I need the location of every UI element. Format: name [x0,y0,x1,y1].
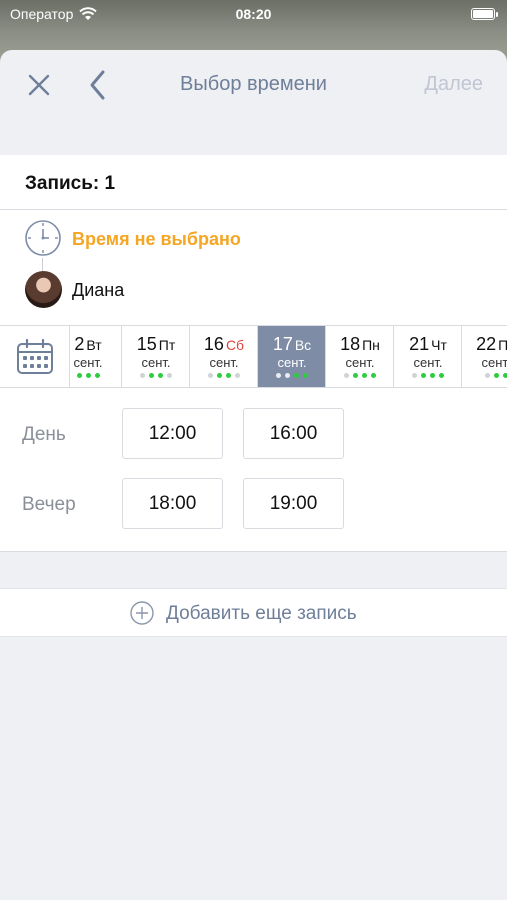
day-month: сент. [209,355,239,370]
booking-sheet: Выбор времени Далее Запись: 1 Время не в… [0,50,507,900]
day-weekday: Пт [158,337,176,353]
available-dot [226,373,231,378]
slot-day-1[interactable]: 12:00 [122,408,223,459]
available-dot [493,373,499,378]
record-title: Запись: 1 [0,155,507,210]
available-dot [294,373,299,378]
time-status: Время не выбрано [72,229,241,249]
unavailable-dot [285,373,290,378]
day-cell[interactable]: 21 Чт сент. [394,326,462,387]
available-dot [149,373,154,378]
day-month: сент. [481,355,507,370]
available-dot [430,373,435,378]
available-dot [353,373,358,378]
day-number: 15 [136,334,157,354]
day-weekday: Пн [362,337,380,353]
day-date: 22Пн [462,334,507,355]
day-date: 16 Сб [190,334,258,355]
unavailable-dot [276,373,281,378]
add-record-label: Добавить еще запись [166,603,357,624]
day-month: сент. [141,355,171,370]
available-dot [76,373,82,378]
available-dot [439,373,444,378]
day-period-label: День [22,424,66,445]
master-avatar [25,271,62,308]
available-dot [303,373,308,378]
day-month: сент. [413,355,443,370]
unavailable-dot [344,373,349,378]
day-date: 15 Пт [122,334,190,355]
add-record-button[interactable]: Добавить еще запись [0,588,507,637]
day-weekday: Сб [225,337,245,353]
day-date: 18 Пн [326,334,394,355]
available-dot [371,373,376,378]
connector-line [42,258,43,272]
plus-circle-icon [130,601,154,625]
day-month: сент. [345,355,375,370]
day-weekday: Вт [86,337,102,353]
record-info: Время не выбрано Диана [0,210,507,325]
slot-evening-2[interactable]: 19:00 [243,478,344,529]
day-cell[interactable]: 18 Пн сент. [326,326,394,387]
nav-bar: Выбор времени Далее [0,50,507,155]
unavailable-dot [208,373,213,378]
day-cell[interactable]: 17 Вс сент. [258,326,326,387]
day-weekday: Вс [294,337,312,353]
unavailable-dot [484,373,490,378]
day-date: 17 Вс [258,334,326,355]
day-month: сент. [277,355,307,370]
time-slots: День 12:00 16:00 Вечер 18:00 19:00 [0,388,507,552]
day-weekday: Пн [498,337,507,353]
evening-period-label: Вечер [22,494,76,515]
calendar-icon [17,339,53,374]
date-strip: 2 Вт сент. 15 Пт сент. 16 Сб сент. 17 Вс сент. 18 Пн с… [0,325,507,388]
availability-dots [462,373,507,378]
day-cell[interactable]: 22Пнсент. [462,326,507,387]
day-number: 22 [476,334,497,354]
status-time: 08:20 [235,6,272,22]
available-dot [362,373,367,378]
day-date: 21 Чт [394,334,462,355]
availability-dots [122,373,190,378]
slot-evening-1[interactable]: 18:00 [122,478,223,529]
clock-icon [25,220,61,256]
day-number: 2 [74,334,85,354]
available-dot [94,373,100,378]
unavailable-dot [140,373,145,378]
unavailable-dot [235,373,240,378]
battery-icon [471,8,498,20]
day-number: 18 [340,334,361,354]
available-dot [421,373,426,378]
day-number: 17 [272,334,293,354]
status-bar: Оператор 08:20 [0,0,507,30]
slot-day-2[interactable]: 16:00 [243,408,344,459]
day-number: 16 [203,334,224,354]
available-dot [158,373,163,378]
availability-dots [258,373,326,378]
calendar-button[interactable] [0,326,70,387]
day-weekday: Чт [431,337,447,353]
available-dot [502,373,507,378]
available-dot [85,373,91,378]
day-cell[interactable]: 16 Сб сент. [190,326,258,387]
next-button[interactable]: Далее [424,73,483,96]
unavailable-dot [412,373,417,378]
day-cell[interactable]: 15 Пт сент. [122,326,190,387]
availability-dots [190,373,258,378]
available-dot [217,373,222,378]
master-name: Диана [72,280,125,300]
day-number: 21 [409,334,430,354]
availability-dots [394,373,462,378]
unavailable-dot [167,373,172,378]
availability-dots [326,373,394,378]
